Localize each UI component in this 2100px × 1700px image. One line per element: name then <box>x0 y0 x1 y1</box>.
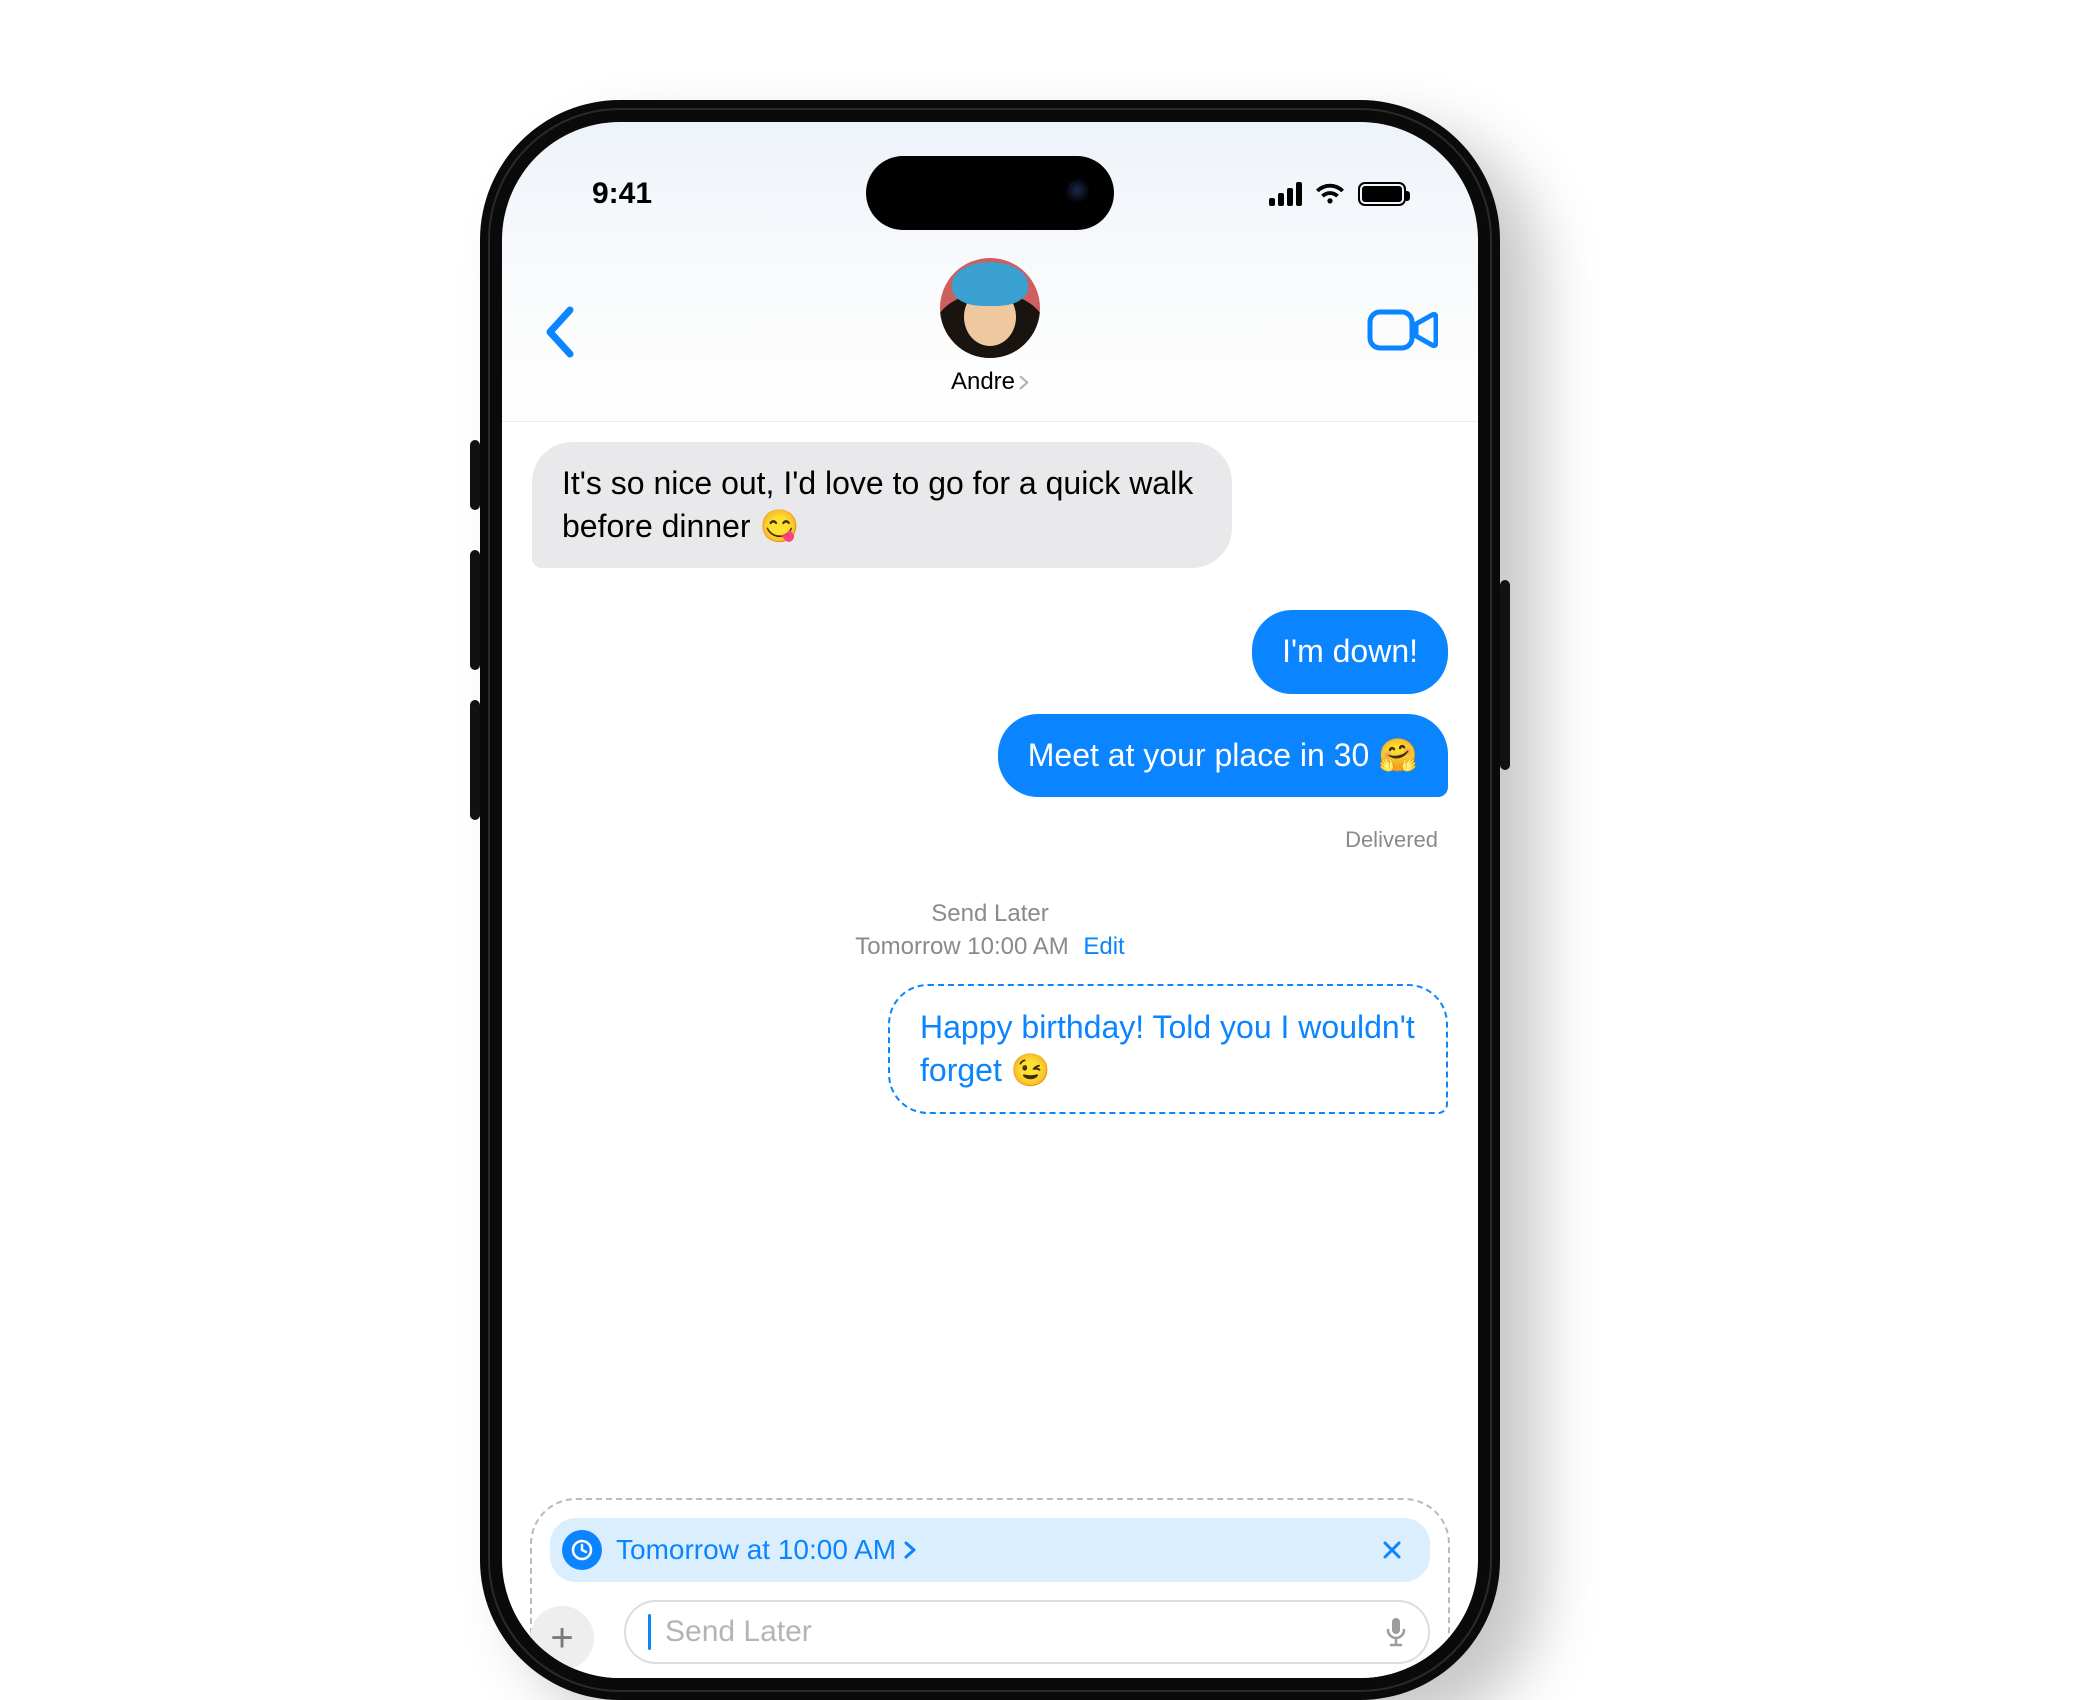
send-later-metadata: Send Later Tomorrow 10:00 AM Edit <box>532 897 1448 964</box>
dictation-mic-button[interactable] <box>1384 1616 1408 1648</box>
screen: 9:41 <box>502 122 1478 1678</box>
battery-icon <box>1358 182 1406 206</box>
send-later-edit-button[interactable]: Edit <box>1083 933 1124 960</box>
message-list[interactable]: It's so nice out, I'd love to go for a q… <box>502 424 1478 1678</box>
volume-up-button <box>470 550 480 670</box>
schedule-chip[interactable]: Tomorrow at 10:00 AM <box>550 1518 1430 1582</box>
message-bubble-outgoing[interactable]: I'm down! <box>1252 610 1448 693</box>
delivery-status: Delivered <box>1345 827 1438 853</box>
compose-panel: Tomorrow at 10:00 AM + <box>530 1498 1450 1678</box>
facetime-video-button[interactable] <box>1366 302 1438 358</box>
clock-icon <box>562 1530 602 1570</box>
schedule-chip-label: Tomorrow at 10:00 AM <box>616 1534 896 1566</box>
message-input[interactable]: Send Later <box>624 1600 1430 1664</box>
cellular-signal-icon <box>1269 182 1302 206</box>
iphone-device-frame: 9:41 <box>480 100 1500 1700</box>
back-button[interactable] <box>540 304 580 360</box>
send-later-time: Tomorrow 10:00 AM <box>855 933 1068 960</box>
message-text: Meet at your place in 30 🤗 <box>1028 737 1418 773</box>
apps-plus-button[interactable]: + <box>530 1606 594 1670</box>
power-button <box>1500 580 1510 770</box>
silent-switch <box>470 440 480 510</box>
schedule-chip-close-button[interactable] <box>1374 1532 1410 1568</box>
send-later-title: Send Later <box>532 897 1448 931</box>
volume-down-button <box>470 700 480 820</box>
contact-button[interactable]: Andre <box>940 258 1040 396</box>
contact-name-label: Andre <box>951 368 1015 396</box>
status-bar: 9:41 <box>502 164 1478 224</box>
chevron-right-icon <box>1019 375 1029 390</box>
message-text: It's so nice out, I'd love to go for a q… <box>562 465 1193 544</box>
status-time: 9:41 <box>592 177 652 211</box>
wifi-icon <box>1314 182 1346 206</box>
scheduled-message-bubble[interactable]: Happy birthday! Told you I wouldn't forg… <box>888 984 1448 1114</box>
message-bubble-incoming[interactable]: It's so nice out, I'd love to go for a q… <box>532 442 1232 568</box>
message-text: Happy birthday! Told you I wouldn't forg… <box>920 1009 1415 1088</box>
chevron-right-icon <box>904 1541 916 1559</box>
text-cursor <box>648 1614 651 1650</box>
message-text: I'm down! <box>1282 633 1418 669</box>
input-placeholder: Send Later <box>665 1615 1370 1649</box>
contact-avatar <box>940 258 1040 358</box>
message-bubble-outgoing[interactable]: Meet at your place in 30 🤗 <box>998 714 1448 797</box>
conversation-header: Andre <box>502 252 1478 422</box>
